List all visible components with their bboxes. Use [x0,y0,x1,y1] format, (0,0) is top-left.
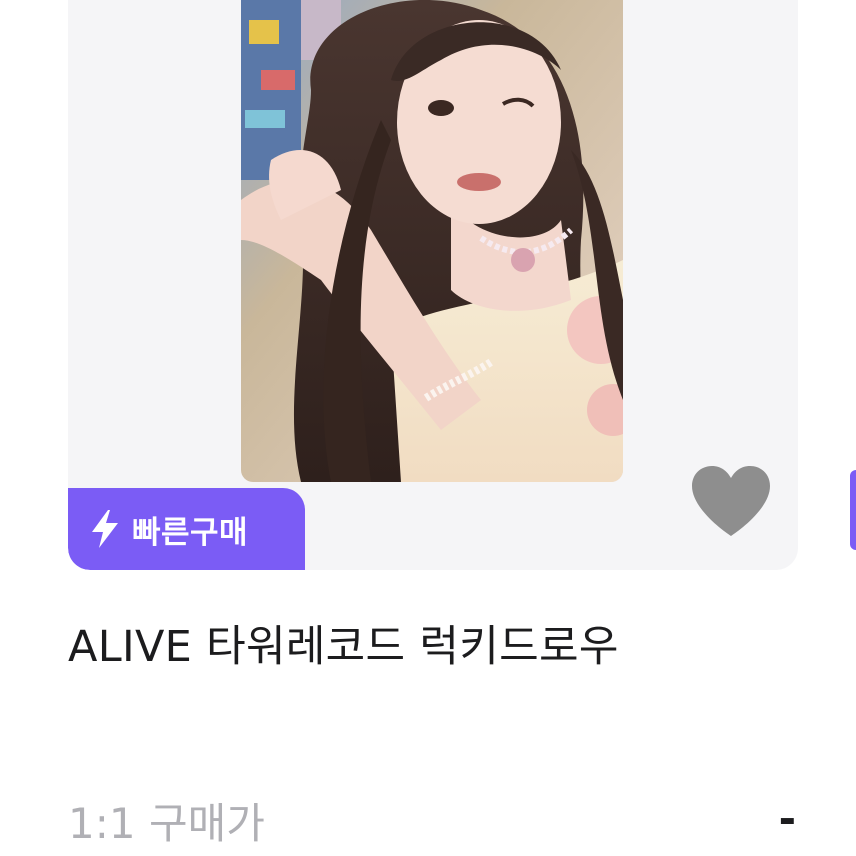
quick-buy-badge[interactable]: 빠른구매 [68,488,305,570]
price-label: 1:1 구매가 [68,799,265,848]
quick-buy-label: 빠른구매 [132,514,249,551]
price-row: 1:1 구매가 - [68,790,798,856]
heart-icon[interactable] [690,464,772,538]
product-card-page: 빠른구매 ALIVE 타워레코드 럭키드로우 1:1 구매가 - [0,0,856,856]
product-title[interactable]: ALIVE 타워레코드 럭키드로우 [68,612,619,674]
price-value: - [778,794,796,843]
next-card-preview[interactable] [850,470,856,550]
product-image-container[interactable]: 빠른구매 [68,0,798,570]
lightning-bolt-icon [92,510,118,548]
product-photo[interactable] [241,0,623,482]
